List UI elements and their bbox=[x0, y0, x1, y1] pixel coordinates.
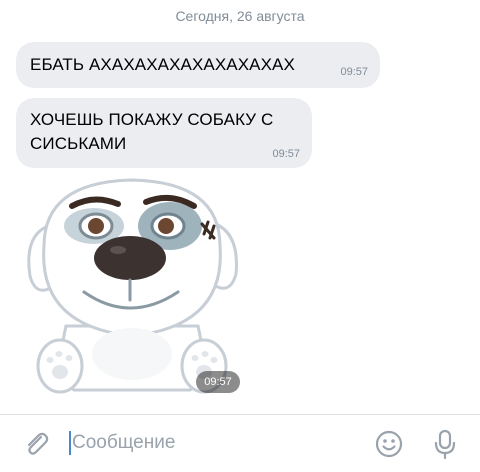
message-time: 09:57 bbox=[340, 66, 368, 78]
text-cursor bbox=[69, 431, 71, 455]
message-bubble[interactable]: ЕБАТЬ АХАХАХАХАХАХАХАХАХ 09:57 bbox=[16, 42, 380, 88]
dog-sticker-icon[interactable] bbox=[14, 176, 250, 400]
chat-screen: Сегодня, 26 августа ЕБАТЬ АХАХАХАХАХАХАХ… bbox=[0, 0, 480, 472]
message-input[interactable] bbox=[72, 431, 352, 455]
microphone-icon[interactable] bbox=[430, 428, 460, 460]
date-divider: Сегодня, 26 августа bbox=[175, 8, 305, 24]
message-bubble[interactable]: ХОЧЕШЬ ПОКАЖУ СОБАКУ С СИСЬКАМИ 09:57 bbox=[16, 98, 312, 168]
message-text: ХОЧЕШЬ ПОКАЖУ СОБАКУ С СИСЬКАМИ bbox=[30, 110, 274, 153]
paperclip-icon[interactable] bbox=[22, 429, 50, 457]
message-time: 09:57 bbox=[272, 148, 300, 160]
smile-icon[interactable] bbox=[374, 429, 404, 459]
message-text: ЕБАТЬ АХАХАХАХАХАХАХАХАХ bbox=[30, 55, 295, 74]
sticker-time: 09:57 bbox=[196, 371, 240, 393]
message-composer bbox=[0, 414, 480, 472]
